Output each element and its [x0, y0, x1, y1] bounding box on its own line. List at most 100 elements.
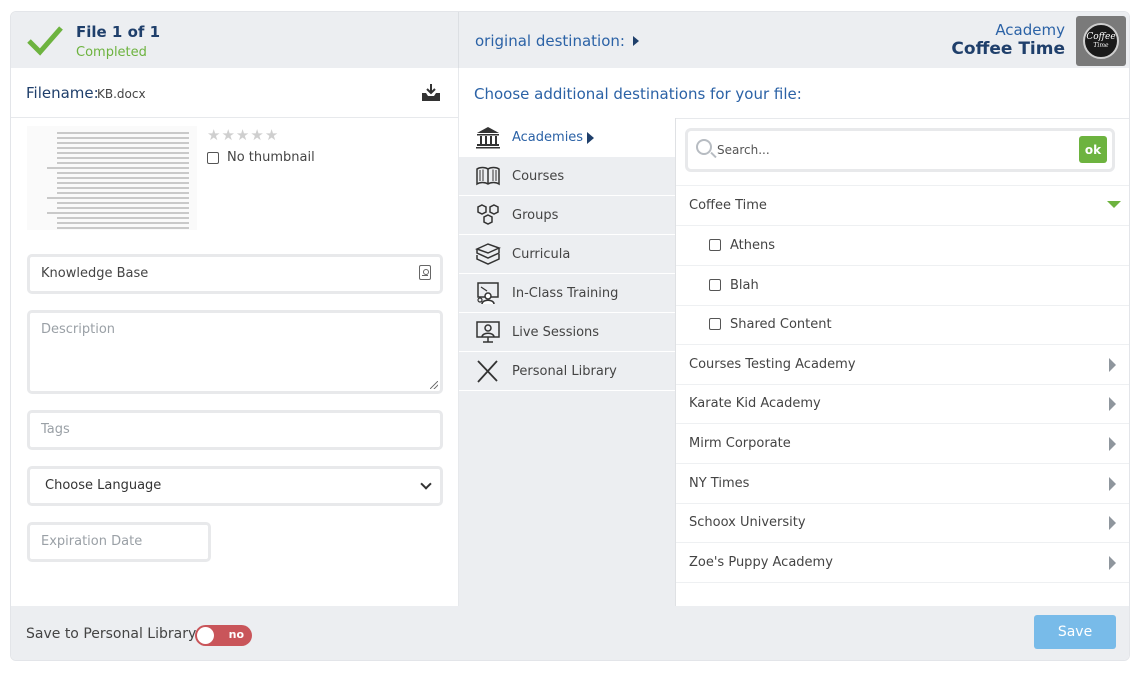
academy-logo: Coffee Time: [1076, 16, 1126, 66]
blah-checkbox[interactable]: [709, 279, 721, 291]
academy-row-mirm-corporate[interactable]: Mirm Corporate: [676, 424, 1129, 464]
nav-label: Groups: [512, 208, 559, 223]
academy-row-label: Coffee Time: [689, 198, 767, 213]
checkmark-icon: [27, 26, 63, 56]
caret-right-icon: [587, 132, 594, 144]
academy-row-zoes-puppy[interactable]: Zoe's Puppy Academy: [676, 543, 1129, 583]
academy-row-label: NY Times: [689, 476, 750, 491]
nav-item-academies[interactable]: Academies: [459, 118, 675, 157]
sub-item-label: Athens: [730, 238, 776, 253]
save-personal-library-label: Save to Personal Library: [26, 626, 197, 642]
original-destination-toggle[interactable]: original destination:: [475, 32, 639, 50]
tags-input[interactable]: Tags: [27, 410, 443, 450]
caret-right-icon: [1109, 477, 1116, 491]
language-select[interactable]: Choose Language: [27, 466, 443, 506]
academy-row-label: Zoe's Puppy Academy: [689, 555, 833, 570]
nav-item-courses[interactable]: Courses: [459, 157, 675, 196]
file-count: File 1 of 1: [76, 23, 161, 41]
academy-label: Academy: [995, 21, 1065, 39]
toggle-state-label: no: [228, 628, 244, 641]
title-value: Knowledge Base: [41, 266, 149, 281]
title-input[interactable]: Knowledge Base: [27, 254, 443, 294]
search-icon: [696, 139, 712, 155]
nav-label: Live Sessions: [512, 325, 600, 340]
academy-row-label: Karate Kid Academy: [689, 396, 821, 411]
open-book-icon: [476, 166, 500, 186]
nav-label: Courses: [512, 169, 565, 184]
academy-building-icon: [476, 127, 500, 149]
shared-content-checkbox[interactable]: [709, 318, 721, 330]
rating-stars[interactable]: ★ ★ ★ ★ ★: [207, 126, 278, 144]
file-status-header: File 1 of 1 Completed: [11, 12, 459, 68]
search-placeholder: Search...: [717, 143, 770, 157]
presentation-screen-icon: [476, 321, 500, 343]
coffee-logo-icon: Coffee Time: [1083, 23, 1119, 59]
star-icon[interactable]: ★: [265, 126, 278, 144]
academy-name: Coffee Time: [951, 39, 1065, 59]
tags-placeholder: Tags: [41, 422, 70, 437]
nav-label: In-Class Training: [512, 286, 619, 301]
academy-row-courses-testing[interactable]: Courses Testing Academy: [676, 345, 1129, 385]
academy-row-schoox-university[interactable]: Schoox University: [676, 503, 1129, 543]
classroom-icon: [477, 282, 499, 305]
nav-item-groups[interactable]: Groups: [459, 196, 675, 235]
no-thumbnail-option[interactable]: No thumbnail: [207, 150, 315, 165]
star-icon[interactable]: ★: [236, 126, 249, 144]
academy-row-label: Courses Testing Academy: [689, 357, 856, 372]
caret-right-icon: [1109, 437, 1116, 451]
original-destination-label: original destination:: [475, 32, 625, 50]
sub-item-label: Shared Content: [730, 317, 832, 332]
destination-list: Search... ok Coffee Time Athens Blah Sha…: [675, 118, 1129, 606]
language-value: Choose Language: [45, 478, 162, 493]
contact-card-icon: [419, 265, 431, 280]
star-icon[interactable]: ★: [221, 126, 234, 144]
expiration-date-input[interactable]: Expiration Date: [27, 522, 211, 562]
sub-item-blah[interactable]: Blah: [676, 266, 1129, 306]
sub-item-label: Blah: [730, 278, 759, 293]
resize-handle-icon[interactable]: [430, 381, 438, 389]
upload-panel: File 1 of 1 Completed original destinati…: [10, 11, 1130, 661]
download-tray-icon[interactable]: [420, 83, 442, 103]
nav-item-in-class-training[interactable]: In-Class Training: [459, 274, 675, 313]
star-icon[interactable]: ★: [250, 126, 263, 144]
sub-item-athens[interactable]: Athens: [676, 226, 1129, 266]
academy-row-karate-kid[interactable]: Karate Kid Academy: [676, 384, 1129, 424]
academy-row-label: Mirm Corporate: [689, 436, 791, 451]
description-placeholder: Description: [41, 322, 116, 337]
caret-right-icon: [1109, 358, 1116, 372]
caret-right-icon: [1109, 556, 1116, 570]
caret-right-icon: [1109, 516, 1116, 530]
filename-value: KB.docx: [97, 87, 146, 101]
nav-item-live-sessions[interactable]: Live Sessions: [459, 313, 675, 352]
no-thumbnail-label: No thumbnail: [227, 150, 315, 165]
nav-item-curricula[interactable]: Curricula: [459, 235, 675, 274]
stacked-books-icon: [475, 243, 501, 265]
academy-row-label: Schoox University: [689, 515, 806, 530]
star-icon[interactable]: ★: [207, 126, 220, 144]
expiration-placeholder: Expiration Date: [41, 534, 143, 549]
nav-label: Academies: [512, 130, 584, 145]
athens-checkbox[interactable]: [709, 239, 721, 251]
nav-label: Curricula: [512, 247, 571, 262]
nav-item-personal-library[interactable]: Personal Library: [459, 352, 675, 391]
hexagons-icon: [477, 204, 499, 225]
caret-right-icon: [1109, 397, 1116, 411]
toggle-knob: [197, 627, 214, 644]
filename-row: Filename: KB.docx: [11, 68, 459, 118]
filename-label: Filename:: [26, 84, 99, 102]
academy-row-coffee-time[interactable]: Coffee Time: [676, 186, 1129, 226]
nav-label: Personal Library: [512, 364, 617, 379]
save-button[interactable]: Save: [1034, 615, 1116, 649]
file-details: ★ ★ ★ ★ ★ No thumbnail Knowledge Base De…: [11, 118, 459, 606]
search-ok-button[interactable]: ok: [1079, 136, 1107, 163]
document-thumbnail: [27, 126, 197, 230]
destinations-heading: Choose additional destinations for your …: [474, 85, 802, 103]
search-input[interactable]: Search... ok: [685, 128, 1115, 172]
no-thumbnail-checkbox[interactable]: [207, 151, 219, 164]
save-personal-library-toggle[interactable]: no: [195, 625, 252, 646]
academy-row-ny-times[interactable]: NY Times: [676, 464, 1129, 504]
sub-item-shared-content[interactable]: Shared Content: [676, 305, 1129, 345]
description-textarea[interactable]: Description: [27, 310, 443, 394]
caret-right-icon: [632, 36, 639, 46]
chevron-down-icon: [420, 478, 432, 490]
